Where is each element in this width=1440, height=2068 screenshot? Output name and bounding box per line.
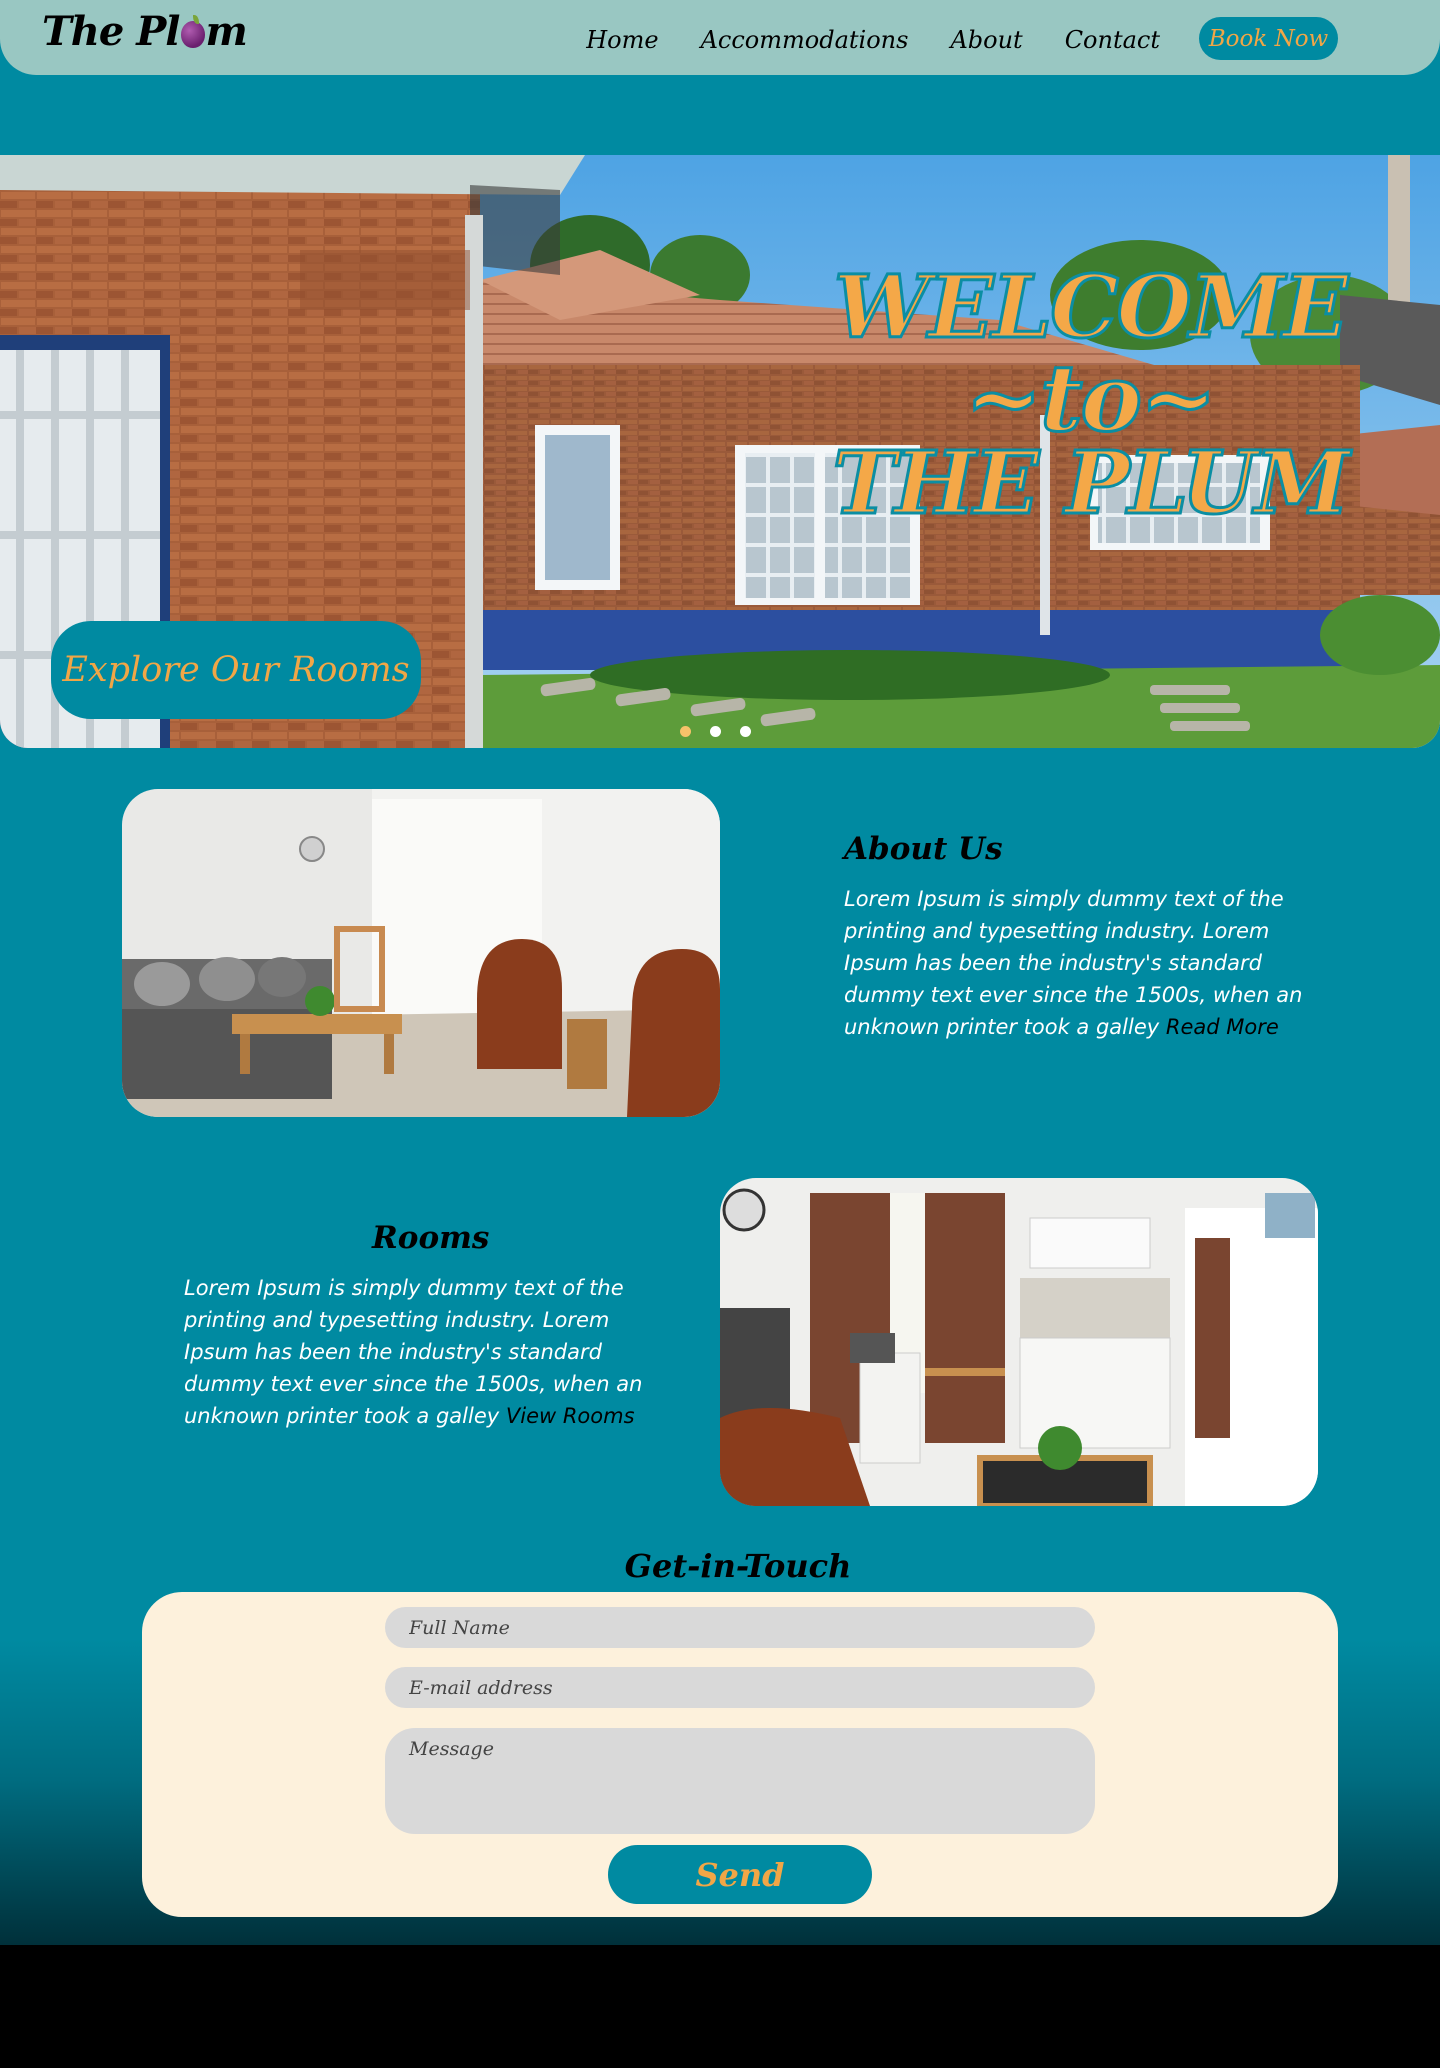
view-rooms-link[interactable]: View Rooms	[506, 1404, 635, 1428]
carousel-dots	[680, 726, 751, 737]
carousel-dot[interactable]	[740, 726, 751, 737]
hero-line-the-plum: THE PLUM	[831, 433, 1351, 534]
contact-form: Send	[142, 1592, 1338, 1917]
carousel-dot[interactable]	[710, 726, 721, 737]
rooms-image	[720, 1178, 1318, 1506]
contact-title: Get-in-Touch	[624, 1547, 852, 1585]
full-name-input[interactable]	[385, 1607, 1095, 1648]
about-text: Lorem Ipsum is simply dummy text of the …	[844, 883, 1304, 1043]
nav-link-accommodations[interactable]: Accommodations	[701, 22, 909, 58]
send-button[interactable]: Send	[608, 1845, 872, 1904]
hero-carousel: WELCOME ~to~ THE PLUM Explore Our Rooms	[0, 155, 1440, 748]
read-more-link[interactable]: Read More	[1166, 1015, 1279, 1039]
explore-rooms-button[interactable]: Explore Our Rooms	[51, 621, 421, 719]
about-image	[122, 789, 720, 1117]
nav-links: Home Accommodations About Contact	[544, 22, 1160, 58]
hero-headline: WELCOME ~to~ THE PLUM	[830, 263, 1351, 528]
logo-text-suffix: m	[205, 8, 248, 55]
message-input[interactable]	[385, 1728, 1095, 1834]
logo[interactable]: The Pl m	[42, 8, 248, 55]
carousel-dot[interactable]	[680, 726, 691, 737]
book-now-button[interactable]: Book Now	[1199, 17, 1338, 60]
nav-link-about[interactable]: About	[950, 22, 1022, 58]
logo-text-prefix: The Pl	[42, 8, 180, 55]
plum-icon	[180, 15, 205, 48]
hero-line-to: ~to~	[963, 344, 1218, 452]
rooms-title: Rooms	[372, 1220, 490, 1256]
hero-line-welcome: WELCOME	[832, 257, 1350, 358]
email-input[interactable]	[385, 1667, 1095, 1708]
nav-link-home[interactable]: Home	[586, 22, 658, 58]
about-title: About Us	[844, 831, 1003, 867]
rooms-text: Lorem Ipsum is simply dummy text of the …	[184, 1272, 644, 1432]
top-navbar: The Pl m Home Accommodations About Contac…	[0, 0, 1440, 75]
nav-link-contact[interactable]: Contact	[1065, 22, 1160, 58]
